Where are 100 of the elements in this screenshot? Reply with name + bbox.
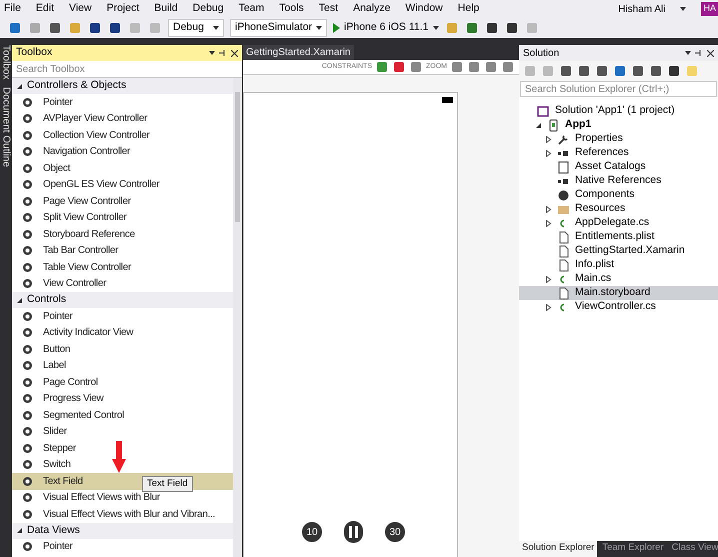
tooltip: Text Field bbox=[142, 476, 193, 492]
toolbox-item[interactable]: Slider bbox=[12, 424, 233, 440]
tree-item[interactable]: Main.cs bbox=[519, 272, 718, 286]
expand-arrow-icon[interactable] bbox=[535, 122, 542, 128]
caret-icon[interactable] bbox=[432, 26, 438, 30]
menu-item[interactable]: Project bbox=[106, 1, 140, 17]
caret-icon[interactable] bbox=[213, 26, 219, 30]
tree-item[interactable]: AppDelegate.cs bbox=[519, 216, 718, 230]
toolbox-item[interactable]: Switch bbox=[12, 456, 233, 473]
group-header[interactable]: Controls bbox=[12, 292, 233, 308]
account-name[interactable]: Hisham Ali bbox=[618, 2, 666, 16]
dropdown-icon[interactable] bbox=[685, 51, 691, 55]
solution-icon bbox=[537, 104, 550, 118]
toolbox-item[interactable]: Object bbox=[12, 160, 233, 176]
toolbox-item[interactable]: Page View Controller bbox=[12, 193, 233, 210]
account-dropdown-icon[interactable] bbox=[680, 7, 686, 11]
tree-item[interactable]: Resources bbox=[519, 202, 718, 216]
menu-item[interactable]: Team bbox=[238, 1, 264, 17]
platform-dropdown[interactable]: iPhoneSimulator bbox=[230, 19, 328, 37]
control-icon bbox=[22, 344, 33, 355]
expand-arrow-icon[interactable] bbox=[545, 206, 552, 212]
tree-item[interactable]: Properties bbox=[519, 132, 718, 146]
control-icon bbox=[22, 96, 33, 108]
toolbox-item[interactable]: Pointer bbox=[12, 308, 233, 324]
toolbox-item[interactable]: Table View Controller bbox=[12, 259, 233, 276]
control-icon bbox=[22, 278, 33, 290]
close-icon[interactable] bbox=[231, 50, 238, 56]
control-icon bbox=[22, 262, 33, 273]
avatar-badge[interactable]: HA bbox=[701, 2, 718, 16]
toolbox-item[interactable]: View Controller bbox=[12, 276, 233, 292]
control-icon bbox=[22, 179, 33, 190]
tree-item[interactable]: Info.plist bbox=[519, 258, 718, 272]
side-tab[interactable]: Toolbox bbox=[0, 45, 14, 80]
toolbox-item[interactable]: Label bbox=[12, 358, 233, 374]
tree-item[interactable]: References bbox=[519, 146, 718, 160]
toolbox-item[interactable]: Split View Controller bbox=[12, 210, 233, 226]
menu-item[interactable]: Test bbox=[318, 1, 338, 17]
toolbox-item[interactable]: OpenGL ES View Controller bbox=[12, 176, 233, 193]
toolbox-item[interactable]: Visual Effect Views with Blur bbox=[12, 490, 233, 506]
group-header[interactable]: Data Views bbox=[12, 522, 233, 538]
expand-arrow-icon[interactable] bbox=[545, 304, 552, 310]
menu-item[interactable]: Build bbox=[154, 1, 178, 17]
menu-item[interactable]: Tools bbox=[279, 1, 304, 17]
run-button[interactable]: iPhone 6 iOS 11.1 bbox=[333, 20, 438, 36]
toolbox-item[interactable]: Segmented Control bbox=[12, 407, 233, 424]
expand-arrow-icon[interactable] bbox=[16, 527, 23, 534]
tree-item[interactable]: App1 bbox=[519, 118, 718, 132]
expand-arrow-icon[interactable] bbox=[545, 136, 552, 142]
toolbox-item[interactable]: Pointer bbox=[12, 94, 233, 110]
toolbox-item[interactable]: Activity Indicator View bbox=[12, 324, 233, 341]
expand-arrow-icon[interactable] bbox=[545, 276, 552, 282]
menu-item[interactable]: Window bbox=[405, 1, 443, 17]
tree-item[interactable]: Components bbox=[519, 188, 718, 202]
expand-arrow-icon[interactable] bbox=[16, 296, 23, 304]
menu-item[interactable]: Analyze bbox=[353, 1, 390, 17]
caret-icon[interactable] bbox=[316, 26, 322, 30]
expand-arrow-icon[interactable] bbox=[16, 82, 23, 90]
dropdown-icon[interactable] bbox=[209, 51, 215, 55]
toolbox-item[interactable]: Storyboard Reference bbox=[12, 226, 233, 242]
tree-item[interactable]: GettingStarted.Xamarin bbox=[519, 244, 718, 258]
toolbox-item[interactable]: Navigation Controller bbox=[12, 144, 233, 160]
tree-item[interactable]: Entitlements.plist bbox=[519, 230, 718, 244]
close-icon[interactable] bbox=[707, 50, 714, 56]
control-icon bbox=[22, 245, 33, 256]
expand-arrow-icon[interactable] bbox=[545, 150, 552, 156]
menu-item[interactable]: Debug bbox=[192, 1, 224, 17]
expand-arrow-icon[interactable] bbox=[545, 220, 552, 226]
menu-item[interactable]: Help bbox=[458, 1, 480, 17]
tree-item[interactable]: Main.storyboard bbox=[519, 286, 718, 300]
side-tab[interactable]: Document Outline bbox=[0, 87, 14, 168]
search-field[interactable]: Search Solution Explorer (Ctrl+;) bbox=[520, 81, 717, 97]
toolbox-item[interactable]: AVPlayer View Controller bbox=[12, 110, 233, 127]
file-icon bbox=[557, 286, 570, 300]
toolbox-item[interactable]: Tab Bar Controller bbox=[12, 242, 233, 259]
tree-item[interactable]: Native References bbox=[519, 174, 718, 188]
toolbox-item[interactable]: Collection View Controller bbox=[12, 127, 233, 144]
toolbox-item[interactable]: Pointer bbox=[12, 538, 233, 555]
toolbox-item[interactable]: Progress View bbox=[12, 390, 233, 407]
arrow-annotation bbox=[112, 441, 126, 473]
project-icon bbox=[547, 118, 560, 132]
document-tab[interactable]: GettingStarted.Xamarin bbox=[243, 45, 354, 60]
toolbox-item[interactable]: Page Control bbox=[12, 374, 233, 390]
tree-item[interactable]: ViewController.cs bbox=[519, 300, 718, 314]
scrollbar[interactable] bbox=[233, 78, 242, 557]
catalog-icon bbox=[557, 160, 570, 174]
configuration-dropdown[interactable]: Debug bbox=[168, 19, 224, 37]
panel-tab[interactable]: Solution Explorer bbox=[519, 541, 598, 557]
control-icon bbox=[22, 130, 33, 141]
toolbox-item[interactable]: Visual Effect Views with Blur and Vibran... bbox=[12, 506, 233, 522]
menu-item[interactable]: File bbox=[4, 1, 21, 17]
toolbox-item[interactable]: Stepper bbox=[12, 440, 233, 456]
control-icon bbox=[22, 393, 33, 404]
group-header[interactable]: Controllers & Objects bbox=[12, 78, 233, 94]
panel-tab[interactable]: Team Explorer bbox=[599, 541, 667, 557]
menu-item[interactable]: Edit bbox=[36, 1, 54, 17]
menu-item[interactable]: View bbox=[69, 1, 92, 17]
tree-item[interactable]: Asset Catalogs bbox=[519, 160, 718, 174]
toolbox-item[interactable]: Button bbox=[12, 341, 233, 358]
tree-item[interactable]: Solution 'App1' (1 project) bbox=[519, 104, 718, 118]
control-icon bbox=[22, 327, 33, 338]
